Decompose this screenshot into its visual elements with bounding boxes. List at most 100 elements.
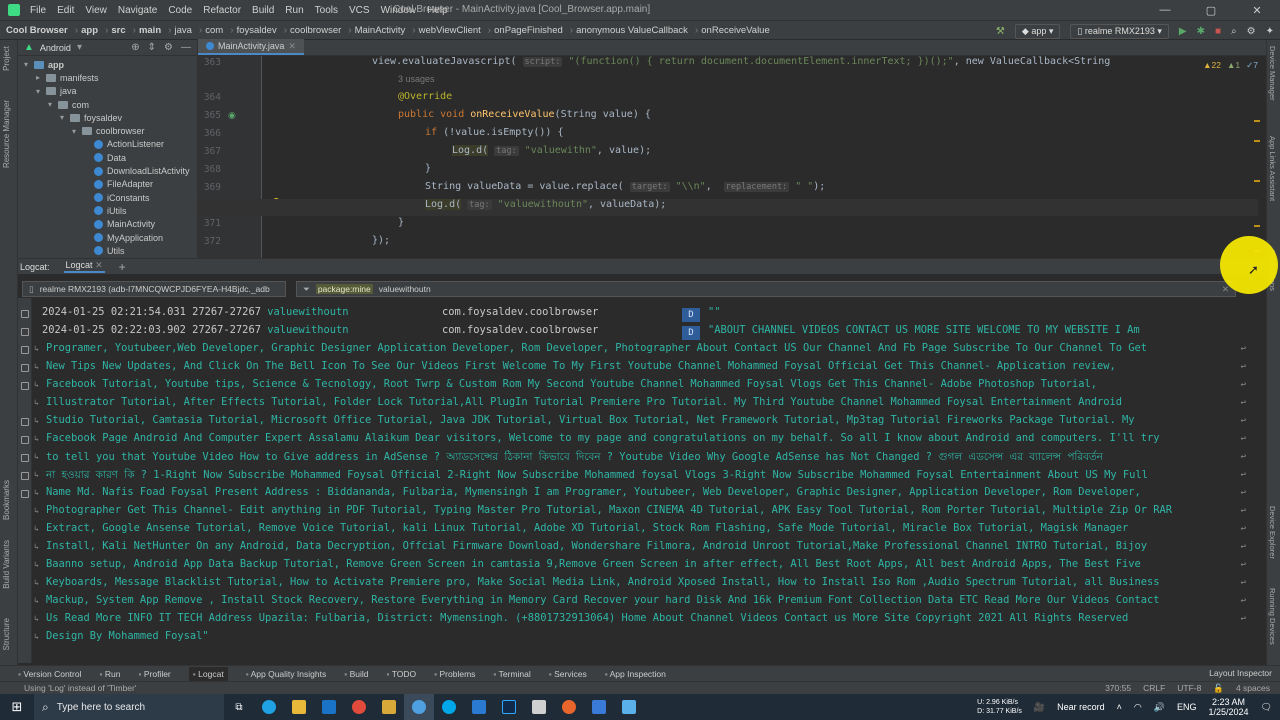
project-view-select[interactable]: Android	[40, 43, 71, 53]
android-studio-taskbar-icon[interactable]	[404, 694, 434, 720]
log-message-line[interactable]: Facebook Page Android And Computer Exper…	[46, 432, 1160, 444]
close-button[interactable]: ✕	[1234, 0, 1280, 20]
tool-profiler[interactable]: ▪ Profiler	[138, 669, 170, 679]
layout-inspector-button[interactable]: Layout Inspector	[1209, 668, 1272, 678]
tree-item-utils[interactable]: Utils	[18, 244, 197, 257]
gear-icon[interactable]: ⚙	[164, 42, 173, 53]
log-message-line[interactable]: Programer, Youtubeer,Web Developer, Grap…	[46, 342, 1147, 354]
code-line-369[interactable]: String valueData = value.replace( target…	[425, 181, 825, 192]
soft-wrap-icon[interactable]	[21, 382, 29, 390]
inspection-widget[interactable]: ▲22 ▲1 ✓7	[1203, 60, 1258, 71]
tool-logcat[interactable]: ▪ Logcat	[188, 666, 228, 681]
monitor-icon[interactable]	[614, 694, 644, 720]
log-message-line[interactable]: Studio Tutorial, Camtasia Tutorial, Micr…	[46, 414, 1135, 426]
code-line-366[interactable]: if (!value.isEmpty()) {	[425, 127, 563, 138]
breadcrumb-item[interactable]: main	[139, 25, 161, 36]
code-line-372[interactable]: });	[372, 235, 390, 246]
breadcrumb-item[interactable]: anonymous ValueCallback	[576, 25, 688, 36]
file-explorer-icon[interactable]	[284, 694, 314, 720]
tree-item-com[interactable]: ▾ com	[18, 98, 197, 111]
tool-app-quality-insights[interactable]: ▪ App Quality Insights	[246, 669, 327, 679]
tree-item-iconstants[interactable]: iConstants	[18, 191, 197, 204]
caret-position[interactable]: 370:55	[1105, 683, 1131, 694]
vscode-icon[interactable]	[464, 694, 494, 720]
breadcrumb-item[interactable]: onPageFinished	[494, 25, 563, 36]
search-icon[interactable]: ⌕	[1231, 26, 1237, 37]
file-encoding[interactable]: UTF-8	[1177, 683, 1201, 694]
volume-icon[interactable]: 🔊	[1154, 702, 1165, 713]
log-row[interactable]: 2024-01-25 02:22:03.902 27267-27267 valu…	[42, 324, 1140, 342]
breadcrumb-item[interactable]: onReceiveValue	[701, 25, 769, 36]
log-message-line[interactable]: to tell you that Youtube Video How to Gi…	[46, 450, 1103, 467]
app-icon[interactable]	[524, 694, 554, 720]
recording-status[interactable]: Near record	[1057, 702, 1105, 712]
log-message-line[interactable]: না হওয়ার কারণ কি ? 1-Right Now Subscrib…	[46, 468, 1148, 485]
locate-icon[interactable]: ⊕	[131, 42, 139, 53]
tool-resource-manager[interactable]: Resource Manager	[2, 100, 11, 168]
device-select[interactable]: ▯ realme RMX2193 ▾	[1070, 24, 1169, 39]
expand-arrow-icon[interactable]: ▾	[24, 60, 34, 69]
taskbar-search-input[interactable]: ⌕ Type here to search	[34, 694, 224, 720]
logcat-output[interactable]: 2024-01-25 02:21:54.031 27267-27267 valu…	[32, 298, 1266, 663]
chevron-down-icon[interactable]: ▾	[77, 42, 82, 53]
restart-icon[interactable]	[21, 346, 29, 354]
collapse-icon[interactable]: ⇕	[148, 42, 156, 53]
tool-terminal[interactable]: ▪ Terminal	[493, 669, 530, 679]
log-message-line[interactable]: Mackup, System App Remove , Install Stoc…	[46, 594, 1160, 606]
breadcrumb-item[interactable]: java	[174, 25, 191, 36]
chrome-icon[interactable]	[344, 694, 374, 720]
tree-item-actionlistener[interactable]: ActionListener	[18, 138, 197, 151]
breadcrumb-item[interactable]: webViewClient	[419, 25, 481, 36]
log-message-line[interactable]: Us Read More INFO IT TECH Address Upazil…	[46, 612, 1128, 624]
maximize-button[interactable]: ▢	[1188, 0, 1234, 20]
tool-bookmarks[interactable]: Bookmarks	[2, 480, 11, 520]
code-line-368[interactable]: }	[425, 163, 431, 174]
indent-setting[interactable]: 4 spaces	[1236, 683, 1270, 694]
log-message-line[interactable]: Facebook Tutorial, Youtube tips, Science…	[46, 378, 1097, 390]
chevron-up-icon[interactable]: ˄	[1117, 702, 1122, 712]
breadcrumb-item[interactable]: coolbrowser	[290, 25, 341, 36]
screenshot-icon[interactable]	[21, 436, 29, 444]
add-tab-icon[interactable]: +	[119, 260, 126, 274]
tree-item-manifests[interactable]: ▸ manifests	[18, 71, 197, 84]
lock-icon[interactable]: 🔓	[1213, 683, 1224, 694]
close-tab-icon[interactable]: ✕	[288, 41, 296, 52]
folder-icon[interactable]	[374, 694, 404, 720]
expand-arrow-icon[interactable]: ▾	[48, 100, 58, 109]
tool-app-inspection[interactable]: ▪ App Inspection	[605, 669, 666, 679]
logcat-search-input[interactable]: ⏷ package:mine valuewithoutn ✕	[296, 281, 1236, 297]
error-stripe[interactable]	[1254, 80, 1260, 252]
skype-icon[interactable]	[434, 694, 464, 720]
tab-mainactivity[interactable]: MainActivity.java ✕	[198, 39, 304, 55]
remote-desktop-icon[interactable]	[584, 694, 614, 720]
breadcrumb-item[interactable]: app	[81, 25, 98, 36]
settings-icon[interactable]	[21, 418, 29, 426]
notifications-icon[interactable]: 🗨	[1261, 702, 1272, 713]
menu-navigate[interactable]: Navigate	[118, 5, 157, 16]
tool-app-links-assistant[interactable]: App Links Assistant	[1268, 136, 1277, 201]
expand-arrow-icon[interactable]: ▾	[72, 127, 82, 136]
menu-build[interactable]: Build	[252, 5, 274, 16]
tool-project[interactable]: Project	[2, 46, 11, 71]
hammer-icon[interactable]: ⚒	[996, 26, 1005, 37]
scroll-end-icon[interactable]	[21, 364, 29, 372]
menu-vcs[interactable]: VCS	[349, 5, 370, 16]
menu-run[interactable]: Run	[285, 5, 303, 16]
settings-icon[interactable]: ⚙	[1247, 26, 1256, 37]
menu-tools[interactable]: Tools	[315, 5, 338, 16]
breadcrumb-item[interactable]: MainActivity	[355, 25, 406, 36]
tool-structure[interactable]: Structure	[2, 618, 11, 650]
run-icon[interactable]: ▶	[1179, 26, 1187, 37]
run-config-select[interactable]: ◆ app ▾	[1014, 24, 1061, 39]
tool-build-variants[interactable]: Build Variants	[2, 540, 11, 589]
hide-icon[interactable]: —	[181, 42, 191, 53]
gemini-icon[interactable]: ✦	[1266, 26, 1274, 37]
photoshop-icon[interactable]	[494, 694, 524, 720]
minimize-button[interactable]: —	[1142, 0, 1188, 20]
breadcrumb-item[interactable]: com	[205, 25, 223, 36]
windows-start-icon[interactable]: ⊞	[0, 694, 34, 720]
debug-icon[interactable]: ✱	[1197, 26, 1205, 37]
tool-problems[interactable]: ▪ Problems	[434, 669, 475, 679]
code-line-365[interactable]: public void onReceiveValue(String value)…	[398, 109, 651, 120]
stop-icon[interactable]: ■	[1215, 26, 1221, 37]
